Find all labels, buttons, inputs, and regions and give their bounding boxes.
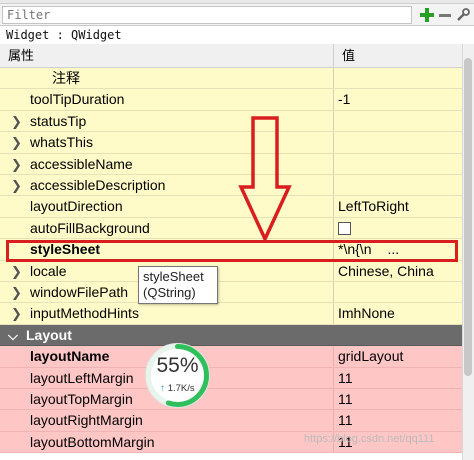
scrollbar-thumb[interactable] (464, 58, 472, 376)
row-label: layoutName (30, 348, 110, 365)
table-row[interactable]: ❯ locale Chinese, China (0, 260, 462, 282)
row-label: 注释 (52, 70, 80, 86)
row-value[interactable] (334, 68, 462, 88)
speed-value: 1.7K/s (167, 383, 195, 394)
table-row[interactable]: ❯ accessibleDescription (0, 175, 462, 197)
row-label: inputMethodHints (30, 305, 139, 322)
row-value[interactable] (334, 175, 462, 195)
table-row[interactable]: 注释 (0, 68, 462, 90)
remove-property-button[interactable] (437, 7, 453, 23)
auto-fill-checkbox[interactable] (338, 221, 351, 235)
row-value[interactable]: -1 (334, 89, 462, 109)
table-row[interactable]: toolTipDuration -1 (0, 89, 462, 111)
plus-icon (420, 8, 434, 22)
row-label: layoutTopMargin (30, 391, 133, 407)
row-label: accessibleName (30, 155, 133, 172)
chevron-right-icon[interactable]: ❯ (11, 261, 22, 282)
watermark: https://blog.csdn.net/qq111 (304, 433, 435, 445)
row-label: layoutRightMargin (30, 412, 143, 429)
chevron-right-icon[interactable]: ❯ (11, 154, 22, 175)
row-label: toolTipDuration (30, 91, 125, 108)
table-row[interactable]: autoFillBackground (0, 217, 462, 240)
tooltip-title: styleSheet (143, 269, 204, 284)
filter-bar (0, 4, 474, 26)
row-label: accessibleDescription (30, 177, 166, 193)
table-row[interactable]: ❯ accessibleName (0, 153, 462, 175)
row-label: windowFilePath (30, 284, 129, 300)
upload-speed: ↑ 1.7K/s (143, 383, 212, 394)
section-header-layout[interactable]: ⌵ Layout (0, 324, 462, 347)
chevron-right-icon[interactable]: ❯ (11, 175, 22, 196)
network-speed-widget[interactable]: 55% ↑ 1.7K/s (143, 341, 212, 410)
section-label: Layout (26, 326, 72, 343)
row-value[interactable]: Chinese, China (334, 261, 462, 281)
row-value[interactable] (334, 111, 462, 131)
row-value[interactable]: *\n{\n (338, 241, 371, 257)
row-value[interactable]: 11 (334, 368, 462, 388)
table-row[interactable]: ❯ whatsThis (0, 132, 462, 154)
configure-button[interactable] (455, 7, 471, 23)
table-header: 属性 值 (0, 44, 462, 68)
chevron-right-icon[interactable]: ❯ (11, 282, 22, 303)
row-label: layoutDirection (30, 198, 123, 215)
wrench-icon (457, 8, 470, 21)
usage-percent: 55% (156, 354, 199, 377)
row-value[interactable] (334, 132, 462, 152)
table-row[interactable]: ❯ windowFilePath (0, 282, 462, 304)
edit-stylesheet-button[interactable]: ... (387, 241, 399, 257)
row-value[interactable]: 11 (334, 389, 462, 409)
row-label: statusTip (30, 112, 87, 129)
property-table: 属性 值 注释 toolTipDuration -1 ❯ statusTip ❯ w… (0, 44, 462, 460)
row-value[interactable] (334, 282, 462, 302)
table-row[interactable]: ❯ inputMethodHints ImhNone (0, 303, 462, 325)
filter-input[interactable] (2, 6, 412, 24)
tooltip: styleSheet (QString) (138, 266, 218, 304)
table-row[interactable]: layoutRightMargin 11 (0, 410, 462, 432)
chevron-right-icon[interactable]: ❯ (11, 303, 22, 324)
table-row[interactable]: layoutDirection LeftToRight (0, 196, 462, 218)
row-label: layoutLeftMargin (30, 369, 134, 386)
object-class-label: Widget : QWidget (0, 26, 474, 44)
upload-arrow-icon: ↑ (160, 383, 166, 394)
property-column-header[interactable]: 属性 (0, 44, 334, 68)
row-value[interactable]: ImhNone (334, 303, 462, 323)
add-property-button[interactable] (419, 7, 435, 23)
tooltip-type: (QString) (143, 285, 196, 300)
row-label: autoFillBackground (30, 219, 150, 236)
chevron-right-icon[interactable]: ❯ (11, 132, 22, 153)
row-value (334, 325, 462, 345)
row-value[interactable]: 11 (334, 410, 462, 430)
row-label: whatsThis (30, 134, 94, 151)
row-value[interactable]: LeftToRight (334, 196, 462, 216)
value-column-header[interactable]: 值 (334, 44, 462, 68)
chevron-down-icon[interactable]: ⌵ (8, 325, 18, 346)
table-row[interactable]: ❯ statusTip (0, 110, 462, 133)
row-value[interactable] (334, 154, 462, 174)
table-row[interactable]: styleSheet *\n{\n... (0, 239, 462, 261)
row-value[interactable]: gridLayout (334, 346, 462, 366)
row-label: styleSheet (30, 241, 101, 258)
minus-icon (439, 14, 451, 17)
row-label: locale (30, 262, 67, 279)
table-row[interactable]: layoutTopMargin 11 (0, 389, 462, 411)
chevron-right-icon[interactable]: ❯ (11, 111, 22, 132)
table-row[interactable]: layoutName gridLayout (0, 346, 462, 368)
table-row[interactable]: layoutLeftMargin 11 (0, 367, 462, 389)
row-label: layoutBottomMargin (30, 433, 155, 450)
